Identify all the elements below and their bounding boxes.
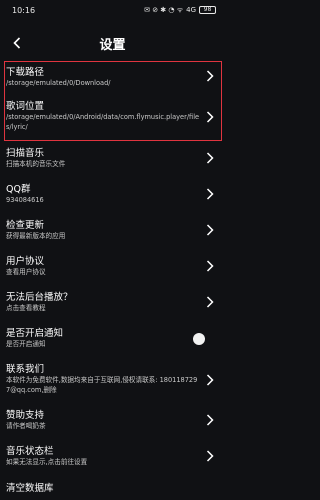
chevron-right-icon: [206, 450, 214, 462]
setting-description: 本软件为免费软件,数据均来自于互联网,侵权请联系: 1801187297@qq.…: [6, 376, 198, 394]
battery-level: 98: [203, 6, 212, 13]
chevron-right-icon: [206, 260, 214, 272]
chevron-right-icon: [206, 374, 214, 386]
setting-contact-us[interactable]: 联系我们 本软件为免费软件,数据均来自于互联网,侵权请联系: 180118729…: [0, 363, 225, 395]
setting-label: 是否开启通知: [6, 328, 64, 339]
back-button[interactable]: [9, 32, 25, 54]
chevron-right-icon: [206, 111, 214, 123]
setting-description: 请作者喝奶茶: [6, 422, 46, 430]
setting-sponsor[interactable]: 赞助支持 请作者喝奶茶: [0, 409, 225, 432]
chevron-left-icon: [13, 37, 21, 49]
chevron-right-icon: [206, 224, 214, 236]
setting-label: 歌词位置: [6, 101, 45, 112]
setting-description: 是否开启通知: [6, 340, 46, 348]
chevron-right-icon: [206, 152, 214, 164]
setting-label: 音乐状态栏: [6, 446, 54, 457]
setting-download-path[interactable]: 下载路径 /storage/emulated/0/Download/: [0, 66, 225, 89]
chevron-right-icon: [206, 70, 214, 82]
setting-label: 赞助支持: [6, 410, 45, 421]
setting-lyric-location[interactable]: 歌词位置 /storage/emulated/0/Android/data/co…: [0, 100, 225, 132]
setting-background-play-help[interactable]: 无法后台播放？ 点击查看教程: [0, 291, 225, 314]
setting-user-agreement[interactable]: 用户协议 查看用户协议: [0, 255, 225, 278]
setting-label: 联系我们: [6, 364, 45, 375]
status-bar: 10:16 ✉ ⊘ ✱ ◔ ᯤ 4G 98: [0, 0, 225, 20]
setting-check-update[interactable]: 检查更新 获得最新版本的应用: [0, 219, 225, 242]
notification-toggle[interactable]: [193, 333, 205, 345]
setting-label: 检查更新: [6, 220, 45, 231]
status-notification-icons: ✉ ⊘ ✱ ◔ ᯤ: [144, 5, 184, 14]
setting-label: 扫描音乐: [6, 148, 45, 159]
setting-description: /storage/emulated/0/Download/: [6, 79, 111, 87]
setting-label: 下载路径: [6, 67, 45, 78]
setting-description: 查看用户协议: [6, 268, 46, 276]
setting-label: 用户协议: [6, 256, 45, 267]
setting-description: 扫描本机的音乐文件: [6, 160, 66, 168]
setting-description: 点击查看教程: [6, 304, 46, 312]
setting-music-status-bar[interactable]: 音乐状态栏 如果无法显示,点击前往设置: [0, 445, 225, 468]
chevron-right-icon: [206, 414, 214, 426]
setting-clear-database[interactable]: 清空数据库: [0, 482, 225, 495]
setting-scan-music[interactable]: 扫描音乐 扫描本机的音乐文件: [0, 147, 225, 170]
setting-description: 获得最新版本的应用: [6, 232, 66, 240]
chevron-right-icon: [206, 296, 214, 308]
setting-label: 无法后台播放？: [6, 292, 73, 303]
status-icons: ✉ ⊘ ✱ ◔ ᯤ 4G 98: [144, 6, 216, 15]
battery-icon: 98: [199, 6, 216, 14]
network-label: 4G: [186, 6, 196, 14]
setting-description: /storage/emulated/0/Android/data/com.fly…: [6, 113, 200, 131]
app-header: 设置: [0, 28, 225, 58]
page-title: 设置: [99, 37, 126, 53]
status-time: 10:16: [12, 5, 36, 15]
setting-qq-group[interactable]: QQ群 934084616: [0, 183, 225, 206]
chevron-right-icon: [206, 188, 214, 200]
setting-description: 如果无法显示,点击前往设置: [6, 458, 88, 466]
setting-description: 934084616: [6, 196, 44, 204]
setting-notification[interactable]: 是否开启通知 是否开启通知: [0, 327, 225, 350]
setting-label: QQ群: [6, 184, 31, 195]
setting-label: 清空数据库: [6, 483, 54, 494]
